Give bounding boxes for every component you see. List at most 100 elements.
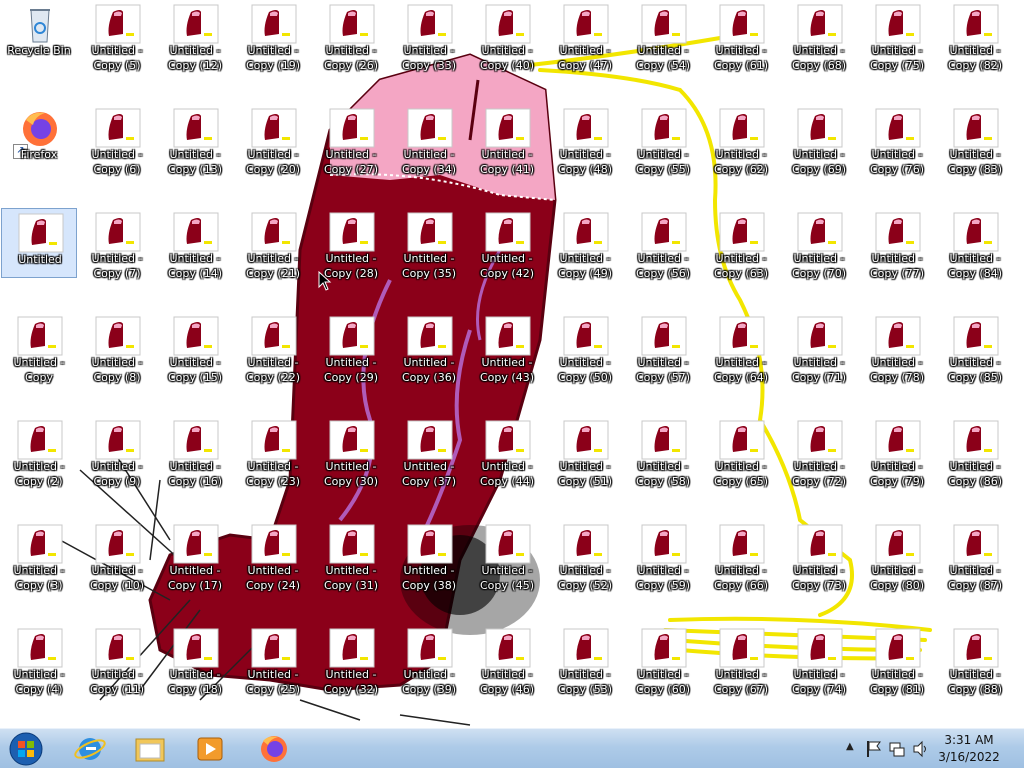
desktop-icon[interactable]: Untitled - Copy (66): [703, 520, 779, 592]
desktop-icon[interactable]: Untitled - Copy (47): [547, 0, 623, 72]
desktop-icon[interactable]: Untitled - Copy (74): [781, 624, 857, 696]
desktop-icon[interactable]: Untitled - Copy (83): [937, 104, 1013, 176]
desktop-icon[interactable]: Untitled - Copy (20): [235, 104, 311, 176]
desktop-icon[interactable]: Untitled - Copy (8): [79, 312, 155, 384]
desktop-icon[interactable]: Untitled - Copy (15): [157, 312, 233, 384]
desktop-icon[interactable]: Untitled - Copy (64): [703, 312, 779, 384]
desktop-icon[interactable]: Untitled - Copy (79): [859, 416, 935, 488]
desktop-icon[interactable]: Untitled - Copy (18): [157, 624, 233, 696]
desktop-icon[interactable]: Untitled - Copy (30): [313, 416, 389, 488]
desktop-icon[interactable]: Untitled - Copy (32): [313, 624, 389, 696]
desktop-icon[interactable]: Untitled - Copy (63): [703, 208, 779, 280]
desktop-icon[interactable]: Untitled - Copy (37): [391, 416, 467, 488]
desktop-icon[interactable]: ↗ Firefox: [1, 104, 77, 174]
clock-time[interactable]: 3:31 AM: [934, 733, 1004, 747]
desktop-icon[interactable]: Untitled - Copy (65): [703, 416, 779, 488]
desktop-icon[interactable]: Untitled - Copy (25): [235, 624, 311, 696]
desktop-icon[interactable]: Untitled - Copy (82): [937, 0, 1013, 72]
desktop-icon[interactable]: Untitled - Copy (35): [391, 208, 467, 280]
action-center-flag-icon[interactable]: [866, 740, 882, 758]
desktop-icon[interactable]: Untitled - Copy (19): [235, 0, 311, 72]
desktop-icon[interactable]: Untitled - Copy (88): [937, 624, 1013, 696]
desktop-icon[interactable]: Untitled - Copy (85): [937, 312, 1013, 384]
desktop-icon[interactable]: Untitled - Copy (23): [235, 416, 311, 488]
desktop-icon[interactable]: Untitled - Copy (57): [625, 312, 701, 384]
desktop-icon[interactable]: Untitled - Copy (6): [79, 104, 155, 176]
desktop-icon[interactable]: Untitled - Copy (44): [469, 416, 545, 488]
desktop-icon[interactable]: Untitled - Copy (45): [469, 520, 545, 592]
taskbar-firefox-button[interactable]: [246, 731, 302, 767]
desktop-icon[interactable]: Untitled - Copy (21): [235, 208, 311, 280]
desktop-icon[interactable]: Untitled - Copy (87): [937, 520, 1013, 592]
desktop-icon[interactable]: Untitled - Copy (72): [781, 416, 857, 488]
desktop-icon[interactable]: Untitled - Copy (69): [781, 104, 857, 176]
desktop-icon[interactable]: Untitled - Copy (10): [79, 520, 155, 592]
desktop-icon[interactable]: Untitled - Copy (54): [625, 0, 701, 72]
desktop-icon[interactable]: Untitled - Copy (22): [235, 312, 311, 384]
desktop-icon[interactable]: Untitled - Copy (52): [547, 520, 623, 592]
desktop-icon[interactable]: Untitled - Copy (76): [859, 104, 935, 176]
desktop-icon[interactable]: Untitled - Copy (40): [469, 0, 545, 72]
desktop-icon[interactable]: Untitled - Copy (4): [1, 624, 77, 696]
volume-icon[interactable]: [912, 740, 930, 758]
desktop-icon[interactable]: Untitled - Copy (59): [625, 520, 701, 592]
desktop-icon[interactable]: Untitled - Copy (71): [781, 312, 857, 384]
start-button[interactable]: [6, 731, 46, 767]
desktop-icon[interactable]: Untitled - Copy (12): [157, 0, 233, 72]
desktop-icon[interactable]: Untitled - Copy (81): [859, 624, 935, 696]
desktop-icon[interactable]: Recycle Bin: [1, 0, 77, 70]
show-hidden-icons-icon[interactable]: ▲: [846, 741, 854, 752]
desktop-icon[interactable]: Untitled - Copy (11): [79, 624, 155, 696]
desktop-icon[interactable]: Untitled - Copy (58): [625, 416, 701, 488]
desktop-icon[interactable]: Untitled - Copy (56): [625, 208, 701, 280]
desktop-icon[interactable]: Untitled - Copy (53): [547, 624, 623, 696]
desktop-icon[interactable]: Untitled - Copy (27): [313, 104, 389, 176]
desktop-icon[interactable]: Untitled - Copy (3): [1, 520, 77, 592]
desktop-icon[interactable]: Untitled - Copy (28): [313, 208, 389, 280]
desktop-icon[interactable]: Untitled - Copy (13): [157, 104, 233, 176]
desktop-icon[interactable]: Untitled - Copy (67): [703, 624, 779, 696]
taskbar-windows-explorer-button[interactable]: [122, 731, 178, 767]
desktop-icon[interactable]: Untitled - Copy (61): [703, 0, 779, 72]
desktop-icon[interactable]: Untitled - Copy (29): [313, 312, 389, 384]
desktop-icon[interactable]: Untitled - Copy (46): [469, 624, 545, 696]
desktop-icon[interactable]: Untitled - Copy (31): [313, 520, 389, 592]
desktop-icon[interactable]: Untitled - Copy (86): [937, 416, 1013, 488]
desktop-icon[interactable]: Untitled - Copy (77): [859, 208, 935, 280]
desktop-icon[interactable]: Untitled - Copy (36): [391, 312, 467, 384]
desktop-icon[interactable]: Untitled - Copy (62): [703, 104, 779, 176]
network-icon[interactable]: [888, 740, 906, 758]
desktop-icon[interactable]: Untitled - Copy (60): [625, 624, 701, 696]
desktop-icon[interactable]: Untitled - Copy (80): [859, 520, 935, 592]
desktop-icon[interactable]: Untitled - Copy (39): [391, 624, 467, 696]
desktop-icon[interactable]: Untitled - Copy (50): [547, 312, 623, 384]
desktop-icon[interactable]: Untitled - Copy (84): [937, 208, 1013, 280]
desktop-icon[interactable]: Untitled - Copy (78): [859, 312, 935, 384]
desktop-icon[interactable]: Untitled - Copy (55): [625, 104, 701, 176]
desktop-icon[interactable]: Untitled - Copy (48): [547, 104, 623, 176]
desktop-icon[interactable]: Untitled - Copy (24): [235, 520, 311, 592]
desktop-icon[interactable]: Untitled - Copy (38): [391, 520, 467, 592]
clock-date[interactable]: 3/16/2022: [934, 750, 1004, 764]
desktop-icon[interactable]: Untitled - Copy (9): [79, 416, 155, 488]
desktop-icon[interactable]: Untitled - Copy (17): [157, 520, 233, 592]
desktop-icon[interactable]: Untitled - Copy (42): [469, 208, 545, 280]
desktop-icon[interactable]: Untitled: [1, 208, 77, 278]
desktop-icon[interactable]: Untitled - Copy (16): [157, 416, 233, 488]
desktop-icon[interactable]: Untitled - Copy (49): [547, 208, 623, 280]
desktop-icon[interactable]: Untitled - Copy (73): [781, 520, 857, 592]
desktop-icon[interactable]: Untitled - Copy (26): [313, 0, 389, 72]
desktop-icon[interactable]: Untitled - Copy (51): [547, 416, 623, 488]
desktop-icon[interactable]: Untitled - Copy (33): [391, 0, 467, 72]
taskbar-internet-explorer-button[interactable]: [62, 731, 118, 767]
desktop-icon[interactable]: Untitled - Copy (14): [157, 208, 233, 280]
desktop-icon[interactable]: Untitled - Copy (41): [469, 104, 545, 176]
desktop-icon[interactable]: Untitled - Copy (34): [391, 104, 467, 176]
desktop-icon[interactable]: Untitled - Copy (75): [859, 0, 935, 72]
desktop-icon[interactable]: Untitled - Copy (43): [469, 312, 545, 384]
taskbar-media-player-button[interactable]: [182, 731, 238, 767]
desktop-icon[interactable]: Untitled - Copy (2): [1, 416, 77, 488]
desktop-icon[interactable]: Untitled - Copy (70): [781, 208, 857, 280]
desktop-icon[interactable]: Untitled - Copy (5): [79, 0, 155, 72]
desktop-icon[interactable]: Untitled - Copy (68): [781, 0, 857, 72]
